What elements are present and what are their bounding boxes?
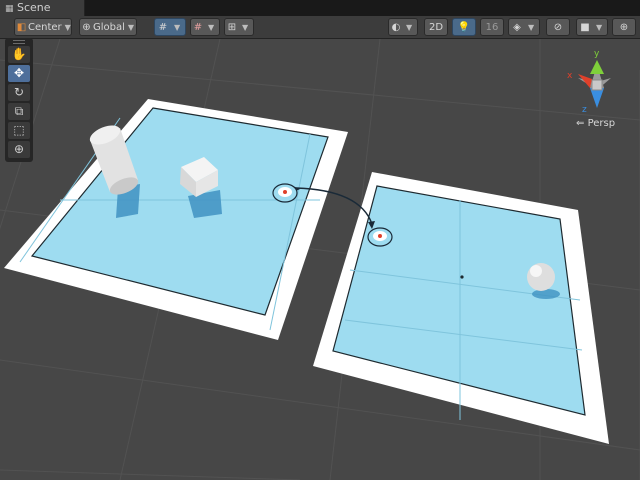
eye-off-icon: ⊘	[553, 22, 563, 33]
camera-icon: ■	[580, 22, 590, 33]
grid-icon: ▦	[5, 4, 14, 14]
gizmo-z-label: z	[582, 105, 587, 115]
chevron-down-icon: ▼	[242, 23, 249, 32]
chevron-down-icon: ▼	[528, 23, 535, 32]
gizmos-toggle[interactable]: ⊕	[612, 18, 636, 36]
toggle-2d-label: 2D	[428, 22, 444, 33]
projection-label: Persp	[587, 118, 616, 129]
rotate-icon: ↻	[13, 85, 25, 99]
scene-toolbar: ◧ Center ▼ ⊕ Global ▼ # ▼ # ▼ ⊞ ▼ ◐ ▼ 2D 💡 16 ◈ ▼	[0, 16, 640, 39]
grid-visibility-dropdown[interactable]: ⊞ ▼	[224, 18, 254, 36]
drag-handle-icon[interactable]	[13, 40, 25, 44]
globe-icon: ⊕	[82, 22, 91, 33]
increment-snap-dropdown[interactable]: # ▼	[190, 18, 220, 36]
portal-right[interactable]	[367, 227, 393, 247]
pivot-rotation-dropdown[interactable]: ⊕ Global ▼	[79, 18, 137, 36]
move-icon: ✥	[13, 66, 25, 80]
draw-mode-dropdown[interactable]: ◐ ▼	[388, 18, 418, 36]
chevron-down-icon: ▼	[406, 23, 413, 32]
portal-left[interactable]	[272, 183, 298, 203]
chevron-down-icon: ▼	[208, 23, 215, 32]
transform-tool[interactable]: ⊕	[8, 141, 30, 158]
scene-viewport[interactable]: x y z	[0, 39, 640, 480]
gizmo-x-label: x	[567, 71, 573, 81]
hidden-objects-toggle[interactable]: ⊘	[546, 18, 570, 36]
persp-icon: ⇐	[576, 118, 585, 129]
tab-bar: ▦ Scene	[0, 0, 640, 16]
grid-visibility-icon: ⊞	[227, 22, 237, 33]
scene-editor-window: ▦ Scene ◧ Center ▼ ⊕ Global ▼ # ▼ # ▼ ⊞ ▼ ◐ ▼ 2D …	[0, 0, 640, 480]
rect-tool[interactable]: ⬚	[8, 122, 30, 139]
grid-snap-icon: #	[158, 22, 168, 33]
center-pivot-icon: ◧	[16, 22, 27, 33]
snap-increment-icon: #	[193, 22, 203, 33]
pivot-rotation-label: Global	[93, 22, 125, 33]
toggle-2d-button[interactable]: 2D	[424, 18, 448, 36]
scale-icon: ⧉	[14, 104, 24, 118]
gizmos-icon: ⊕	[619, 22, 629, 33]
pivot-mode-dropdown[interactable]: ◧ Center ▼	[14, 18, 72, 36]
camera-settings-dropdown[interactable]: ■ ▼	[576, 18, 608, 36]
hand-tool[interactable]: ✋	[8, 46, 30, 63]
chevron-down-icon: ▼	[174, 23, 181, 32]
rect-tool-icon: ⬚	[13, 123, 25, 137]
tab-scene-label: Scene	[17, 1, 51, 14]
left-platform[interactable]	[4, 99, 348, 340]
tab-scene[interactable]: ▦ Scene	[0, 0, 85, 16]
shading-mode-icon: ◐	[391, 22, 401, 33]
transform-icon: ⊕	[13, 142, 25, 156]
orientation-gizmo[interactable]: x y z	[567, 49, 611, 115]
pivot-mode-label: Center	[28, 22, 62, 33]
gizmo-count: 16	[485, 22, 499, 33]
effects-dropdown[interactable]: ◈ ▼	[508, 18, 540, 36]
hand-icon: ✋	[11, 47, 27, 61]
chevron-down-icon: ▼	[127, 23, 135, 32]
rotate-tool[interactable]: ↻	[8, 84, 30, 101]
scene-render: x y z	[0, 39, 640, 480]
lighting-toggle[interactable]: 💡	[452, 18, 476, 36]
projection-toggle[interactable]: ⇐ Persp	[576, 118, 615, 129]
grid-snapping-dropdown[interactable]: # ▼	[154, 18, 186, 36]
audio-toggle[interactable]: 16	[480, 18, 504, 36]
chevron-down-icon: ▼	[64, 23, 71, 32]
chevron-down-icon: ▼	[596, 23, 603, 32]
move-tool[interactable]: ✥	[8, 65, 30, 82]
effects-icon: ◈	[513, 22, 521, 33]
gizmo-y-label: y	[594, 49, 600, 59]
lightbulb-icon: 💡	[457, 22, 471, 33]
tool-palette: ✋ ✥ ↻ ⧉ ⬚ ⊕	[5, 38, 33, 162]
right-platform[interactable]	[313, 172, 609, 444]
scale-tool[interactable]: ⧉	[8, 103, 30, 120]
